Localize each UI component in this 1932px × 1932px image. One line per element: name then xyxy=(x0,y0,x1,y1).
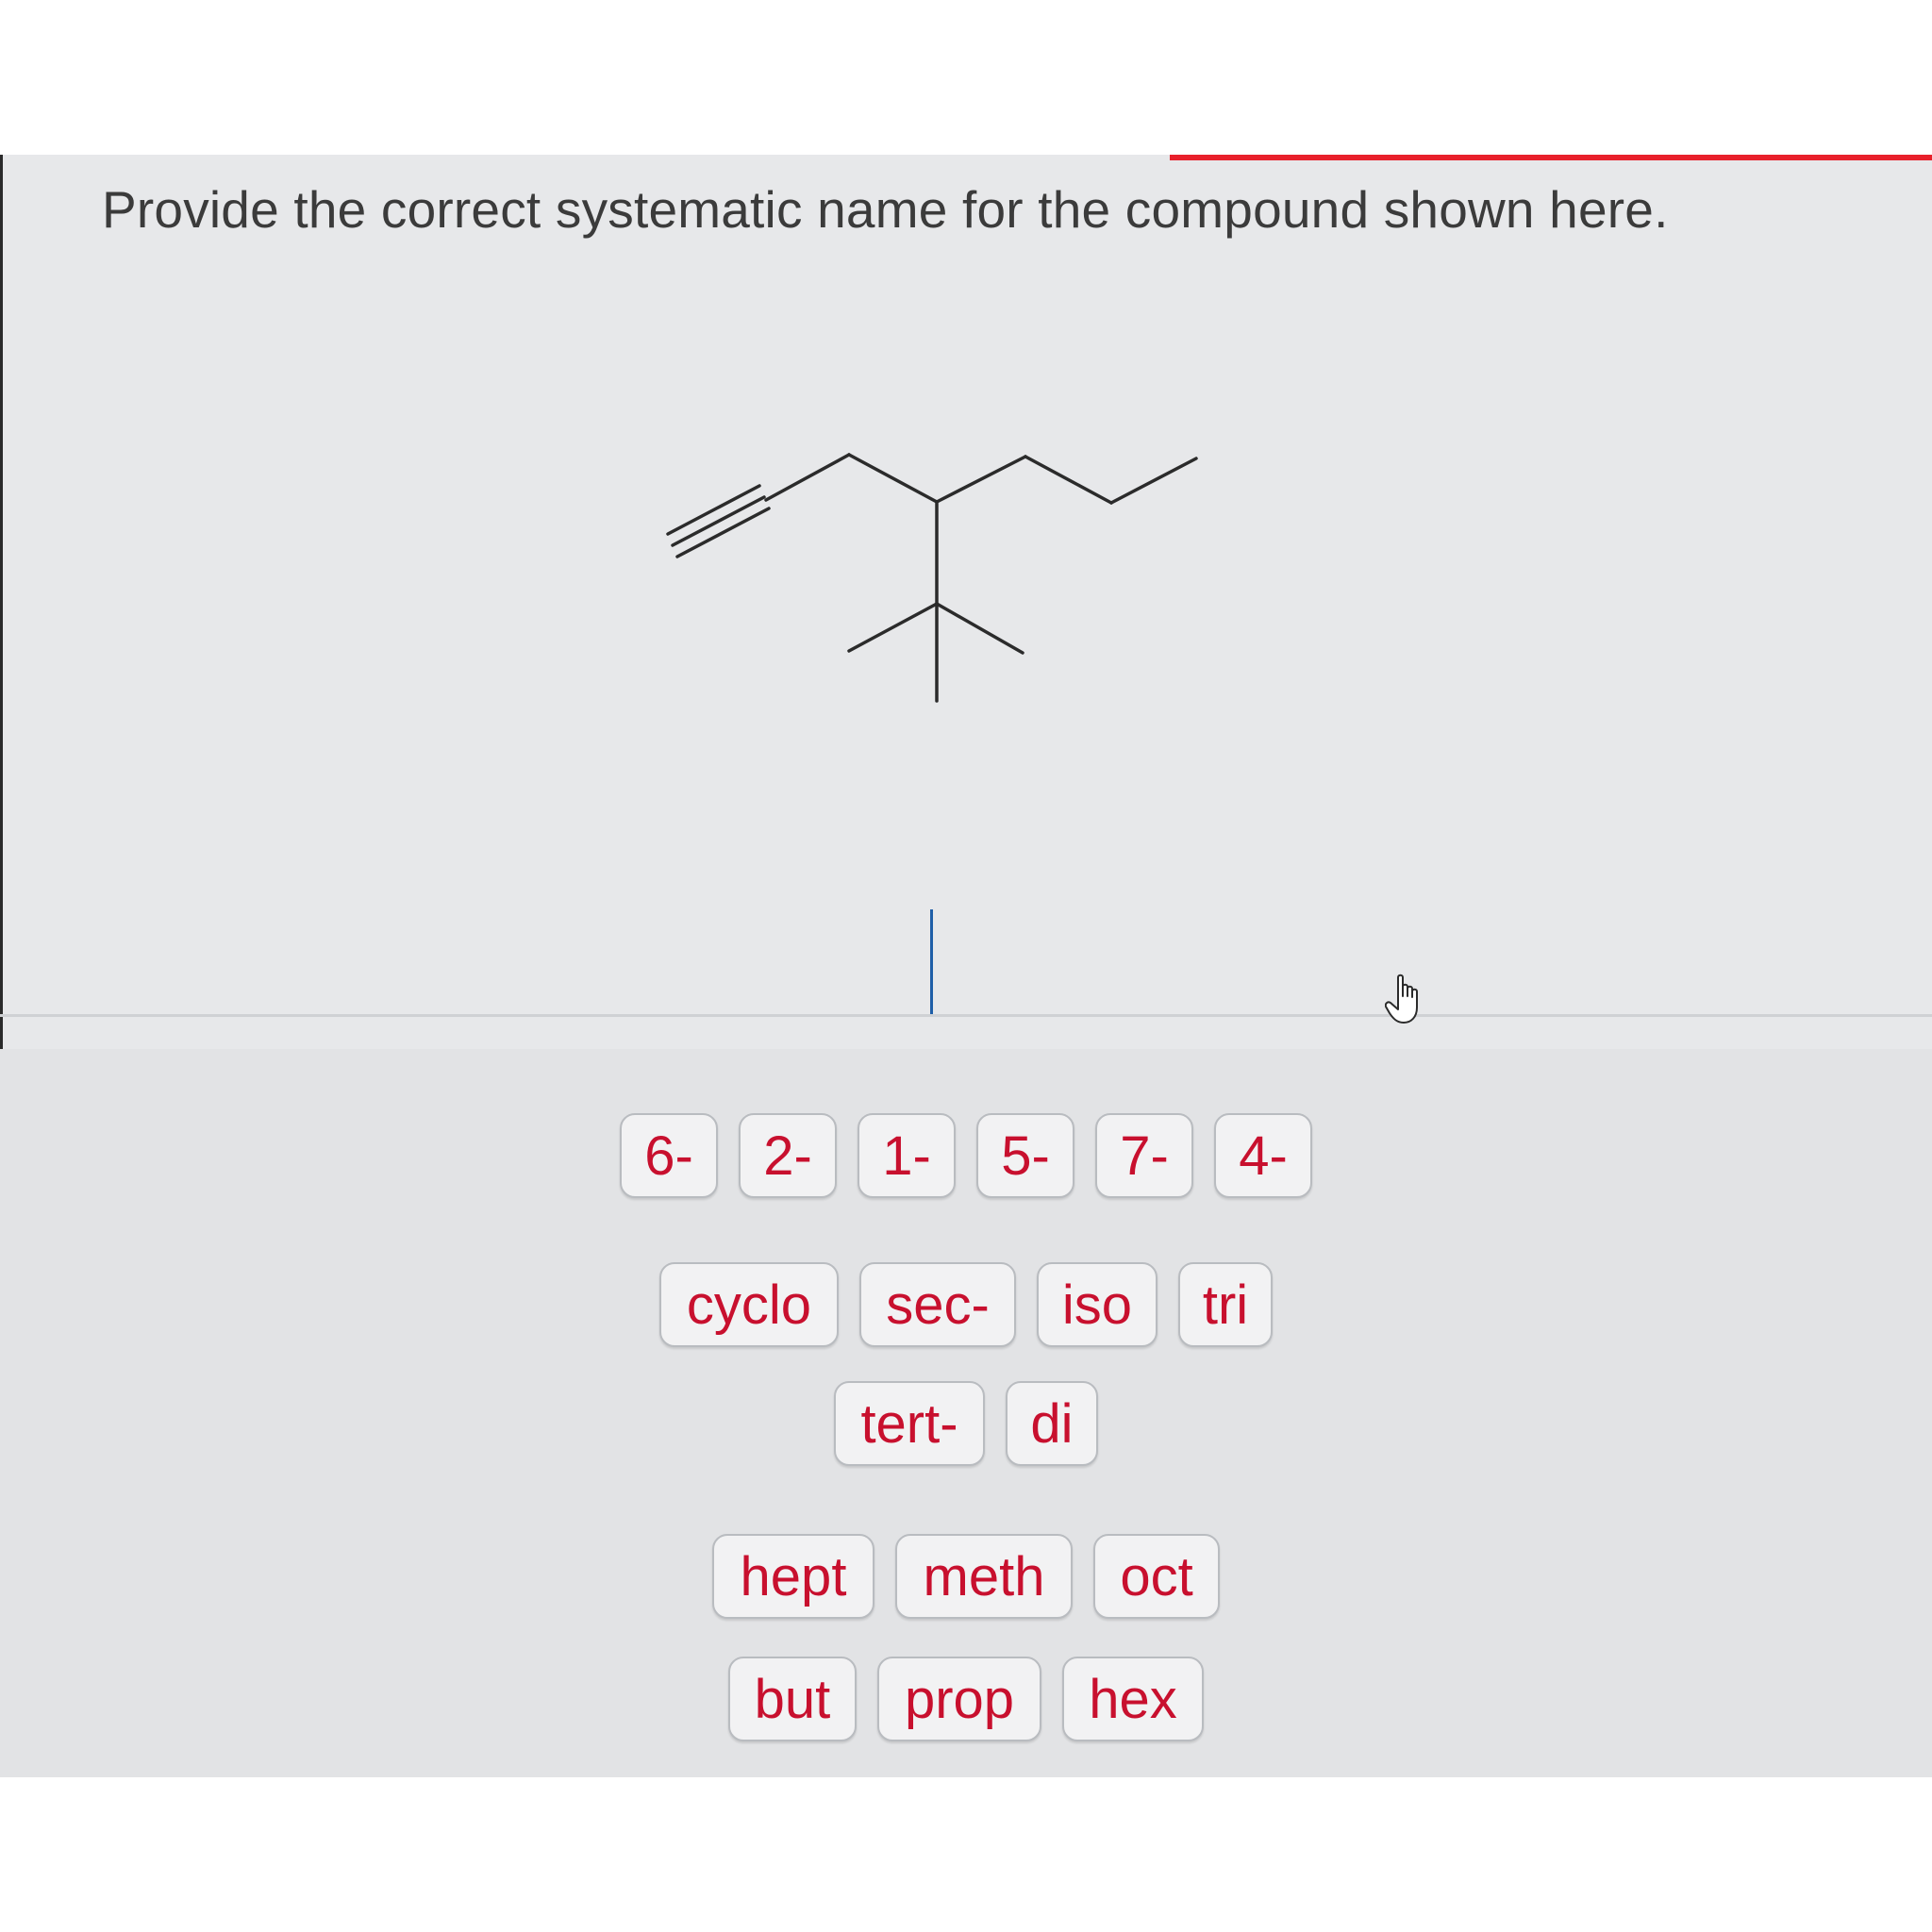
pointing-hand-icon xyxy=(1385,974,1418,1024)
text-caret xyxy=(930,909,933,1015)
tile-meth[interactable]: meth xyxy=(895,1534,1073,1619)
tile-cyclo[interactable]: cyclo xyxy=(659,1262,839,1347)
tile-iso[interactable]: iso xyxy=(1037,1262,1158,1347)
tile-sec[interactable]: sec- xyxy=(859,1262,1016,1347)
tile-4-[interactable]: 4- xyxy=(1214,1113,1312,1198)
answer-field[interactable] xyxy=(0,1000,1932,1055)
tile-5-[interactable]: 5- xyxy=(976,1113,1074,1198)
root-tile-row: hept meth oct xyxy=(0,1534,1932,1619)
tile-prop[interactable]: prop xyxy=(877,1657,1041,1741)
tile-tri[interactable]: tri xyxy=(1178,1262,1273,1347)
prefix-tile-row-2: tert- di xyxy=(0,1381,1932,1466)
answer-divider xyxy=(0,1014,1932,1017)
tile-hept[interactable]: hept xyxy=(712,1534,874,1619)
tile-oct[interactable]: oct xyxy=(1093,1534,1220,1619)
question-text: Provide the correct systematic name for … xyxy=(102,180,1669,239)
prefix-tile-row: cyclo sec- iso tri xyxy=(0,1262,1932,1347)
accent-bar xyxy=(1170,155,1932,160)
tile-di[interactable]: di xyxy=(1006,1381,1098,1466)
root-tile-row-2: but prop hex xyxy=(0,1657,1932,1741)
tile-7-[interactable]: 7- xyxy=(1095,1113,1193,1198)
tile-2-[interactable]: 2- xyxy=(739,1113,837,1198)
tile-1-[interactable]: 1- xyxy=(858,1113,956,1198)
locant-tile-row: 6- 2- 1- 5- 7- 4- xyxy=(0,1113,1932,1198)
tile-hex[interactable]: hex xyxy=(1062,1657,1204,1741)
tile-6-[interactable]: 6- xyxy=(620,1113,718,1198)
tile-but[interactable]: but xyxy=(728,1657,857,1741)
tile-tert[interactable]: tert- xyxy=(834,1381,985,1466)
